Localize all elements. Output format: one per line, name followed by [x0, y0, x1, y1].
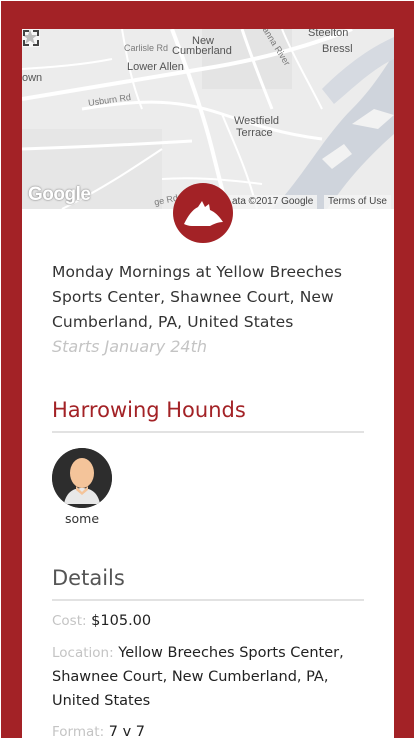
- google-logo: Google: [28, 184, 91, 205]
- team-name[interactable]: Harrowing Hounds: [52, 398, 246, 422]
- map-place-label: Lower Allen: [127, 61, 184, 73]
- fullscreen-icon[interactable]: [22, 29, 40, 47]
- event-start-date: Starts January 24th: [52, 337, 208, 356]
- map-attribution: ata ©2017 Google: [228, 195, 318, 209]
- map-place-label: Bressl: [322, 43, 353, 55]
- map-place-label: Terrace: [236, 127, 273, 139]
- map-place-label: Westfield: [234, 115, 280, 127]
- map-road-label: Carlisle Rd: [124, 43, 169, 53]
- detail-value: 7 v 7: [108, 724, 145, 738]
- team-logo-badge: [173, 183, 233, 243]
- detail-cost: Cost: $105.00: [52, 609, 364, 633]
- detail-location: Location: Yellow Breeches Sports Center,…: [52, 641, 364, 713]
- details-heading: Details: [52, 566, 125, 590]
- event-card: Carlisle Rd New Cumberland Lower Allen o…: [22, 29, 394, 738]
- map-place-label: Steelton: [308, 29, 349, 39]
- divider: [52, 431, 364, 433]
- wolf-head-icon: [184, 201, 223, 226]
- member-name[interactable]: some: [52, 511, 112, 526]
- detail-value: $105.00: [91, 613, 152, 629]
- divider: [52, 599, 364, 601]
- default-avatar-icon[interactable]: [52, 448, 112, 508]
- detail-label: Location:: [52, 645, 114, 661]
- map-place-label: own: [22, 72, 43, 84]
- event-location: Monday Mornings at Yellow Breeches Sport…: [52, 263, 343, 331]
- location-map[interactable]: Carlisle Rd New Cumberland Lower Allen o…: [22, 29, 394, 209]
- terms-link[interactable]: Terms of Use: [324, 195, 391, 209]
- detail-format: Format: 7 v 7: [52, 720, 364, 738]
- detail-label: Cost:: [52, 613, 87, 629]
- detail-label: Format:: [52, 724, 105, 738]
- map-place-label: Cumberland: [172, 45, 232, 57]
